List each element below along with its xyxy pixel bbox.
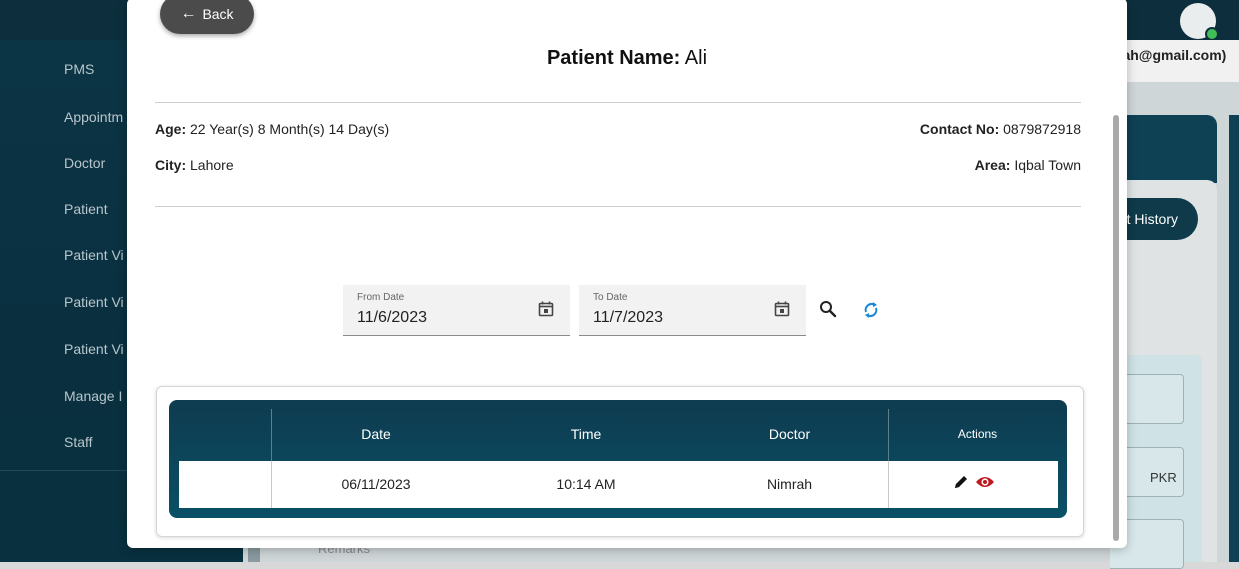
- sidebar-item-patient-visit-1[interactable]: Patient Vi: [64, 247, 124, 263]
- back-label: Back: [202, 6, 234, 22]
- history-table: Date Time Doctor Actions 06/11/2023 10:1…: [169, 400, 1067, 518]
- to-date-field[interactable]: To Date 11/7/2023: [579, 285, 806, 336]
- age-value: 22 Year(s) 8 Month(s) 14 Day(s): [190, 121, 390, 137]
- sidebar-item-patient-visit-2[interactable]: Patient Vi: [64, 294, 124, 310]
- sidebar-item-appointments[interactable]: Appointm: [64, 109, 123, 125]
- patient-name-label: Patient Name:: [546, 47, 681, 69]
- header-divider: [888, 409, 889, 461]
- area-value: Iqbal Town: [1014, 157, 1081, 173]
- back-button[interactable]: ← Back: [160, 0, 254, 34]
- arrow-left-icon: ←: [180, 5, 197, 22]
- calendar-icon[interactable]: [538, 301, 554, 317]
- header-doctor[interactable]: Doctor: [691, 400, 888, 461]
- city-label: City:: [155, 157, 187, 173]
- currency-label: PKR: [1150, 470, 1177, 485]
- header-date[interactable]: Date: [271, 400, 481, 461]
- table-row: 06/11/2023 10:14 AM Nimrah: [179, 461, 1058, 508]
- area-info: Area: Iqbal Town: [975, 157, 1081, 173]
- header-empty: [169, 400, 271, 461]
- edit-pencil-icon[interactable]: [953, 474, 969, 490]
- online-status-dot: [1205, 27, 1219, 41]
- age-info: Age: 22 Year(s) 8 Month(s) 14 Day(s): [155, 121, 389, 137]
- divider-top: [155, 102, 1081, 103]
- contact-value: 0879872918: [1003, 121, 1081, 137]
- area-label: Area:: [974, 157, 1011, 173]
- header-divider: [271, 409, 272, 461]
- city-info: City: Lahore: [155, 157, 234, 173]
- cell-doctor: Nimrah: [766, 476, 813, 492]
- to-date-label: To Date: [593, 292, 628, 303]
- cell-divider: [271, 461, 272, 508]
- page-title: Patient Name: Ali: [127, 47, 1127, 70]
- header-time[interactable]: Time: [481, 400, 691, 461]
- user-email: rah@gmail.com): [1117, 47, 1227, 63]
- refresh-icon[interactable]: [862, 301, 880, 319]
- cell-time: 10:14 AM: [556, 476, 616, 492]
- view-eye-icon[interactable]: [975, 475, 995, 489]
- sidebar-item-pms[interactable]: PMS: [64, 61, 94, 77]
- from-date-label: From Date: [357, 292, 405, 303]
- sidebar-item-patient[interactable]: Patient: [64, 201, 108, 217]
- modal-scrollbar[interactable]: [1113, 115, 1119, 541]
- contact-label: Contact No:: [919, 121, 1000, 137]
- cell-date: 06/11/2023: [341, 476, 411, 492]
- search-icon[interactable]: [819, 300, 837, 318]
- sidebar-item-patient-visit-3[interactable]: Patient Vi: [64, 341, 124, 357]
- sidebar-item-doctor[interactable]: Doctor: [64, 155, 105, 171]
- sidebar-item-staff[interactable]: Staff: [64, 434, 93, 450]
- calendar-icon[interactable]: [774, 301, 790, 317]
- from-date-value: 11/6/2023: [357, 309, 427, 326]
- to-date-value: 11/7/2023: [593, 309, 663, 326]
- sidebar-item-manage[interactable]: Manage I: [64, 388, 122, 404]
- from-date-field[interactable]: From Date 11/6/2023: [343, 285, 570, 336]
- city-value: Lahore: [190, 157, 234, 173]
- cell-divider: [888, 461, 889, 508]
- background-panel-edge: [1229, 115, 1239, 562]
- patient-name-value: Ali: [684, 47, 708, 69]
- table-header-row: Date Time Doctor Actions: [169, 400, 1067, 461]
- divider-middle: [155, 206, 1081, 207]
- contact-info: Contact No: 0879872918: [920, 121, 1081, 137]
- header-actions: Actions: [957, 427, 998, 441]
- age-label: Age:: [155, 121, 187, 137]
